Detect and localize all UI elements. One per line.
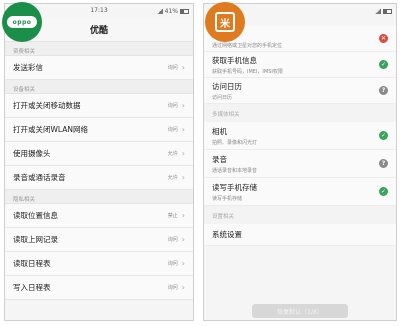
permission-row-read-calendar[interactable]: 读取日程表 询问 › (5, 252, 193, 276)
section-header-device: 设备相关 (5, 80, 193, 94)
signal-icon (375, 8, 381, 14)
permission-row-storage[interactable]: 读写手机存储 读写手机存储 ✓ (204, 178, 396, 206)
chevron-right-icon: › (181, 101, 185, 110)
restore-default-button[interactable]: 恢复默认（1/8） (252, 304, 348, 318)
permission-row-write-calendar[interactable]: 写入日程表 询问 › (5, 276, 193, 300)
allow-icon[interactable]: ✓ (379, 187, 388, 196)
permission-row-wlan[interactable]: 打开或关闭WLAN网络 询问 › (5, 118, 193, 142)
permission-row-location[interactable]: 读取位置信息 禁止 › (5, 204, 193, 228)
allow-icon[interactable]: ✓ (379, 131, 388, 140)
permission-row-camera[interactable]: 相机 拍照、录像和闪光灯 ✓ (204, 122, 396, 150)
right-phone-screen: 定位 通过网络或卫星对您的手机定位 ✕ 获取手机信息 获取手机号码，IMEI，I… (203, 3, 397, 321)
section-header-multimedia: 多媒体相关 (204, 104, 396, 122)
permission-row-phone-info[interactable]: 获取手机信息 获取手机号码，IMEI，IMSI权限 ✓ (204, 52, 396, 78)
permission-row-record-audio[interactable]: 录音或通话录音 允许 › (5, 166, 193, 190)
ask-icon[interactable]: ? (379, 86, 388, 95)
chevron-right-icon: › (181, 211, 185, 220)
deny-icon[interactable]: ✕ (379, 34, 388, 43)
section-header-charges: 资费相关 (5, 42, 193, 56)
chevron-right-icon: › (181, 283, 185, 292)
chevron-right-icon: › (181, 235, 185, 244)
permission-row-calendar[interactable]: 访问日历 访问日历 ? (204, 78, 396, 104)
permission-row-mobile-data[interactable]: 打开或关闭移动数据 询问 › (5, 94, 193, 118)
chevron-right-icon: › (181, 259, 185, 268)
permission-row-camera[interactable]: 使用摄像头 允许 › (5, 142, 193, 166)
left-phone-screen: 17:13 41% ‹ 优酷 资费相关 发送彩信 询问 › 设备相关 打开或关闭… (4, 3, 194, 321)
battery-icon (180, 8, 189, 14)
oppo-logo: oppo (2, 2, 42, 42)
ask-icon[interactable]: ? (379, 159, 388, 168)
chevron-right-icon: › (181, 173, 185, 182)
section-header-settings: 设置相关 (204, 206, 396, 224)
chevron-right-icon: › (181, 149, 185, 158)
chevron-right-icon: › (181, 125, 185, 134)
chevron-right-icon: › (181, 63, 185, 72)
permission-row-record-audio[interactable]: 录音 通话录音和本地录音 ? (204, 150, 396, 178)
page-title: 优酷 (89, 26, 108, 36)
permission-row-system-settings[interactable]: 系统设置 (204, 224, 396, 246)
allow-icon[interactable]: ✓ (379, 60, 388, 69)
section-header-privacy: 隐私相关 (5, 190, 193, 204)
xiaomi-logo: 米 (205, 2, 245, 42)
battery-icon (383, 8, 392, 14)
permission-row-send-mms[interactable]: 发送彩信 询问 › (5, 56, 193, 80)
permission-row-browsing-history[interactable]: 读取上网记录 询问 › (5, 228, 193, 252)
permission-list: 定位 通过网络或卫星对您的手机定位 ✕ 获取手机信息 获取手机号码，IMEI，I… (204, 26, 396, 246)
